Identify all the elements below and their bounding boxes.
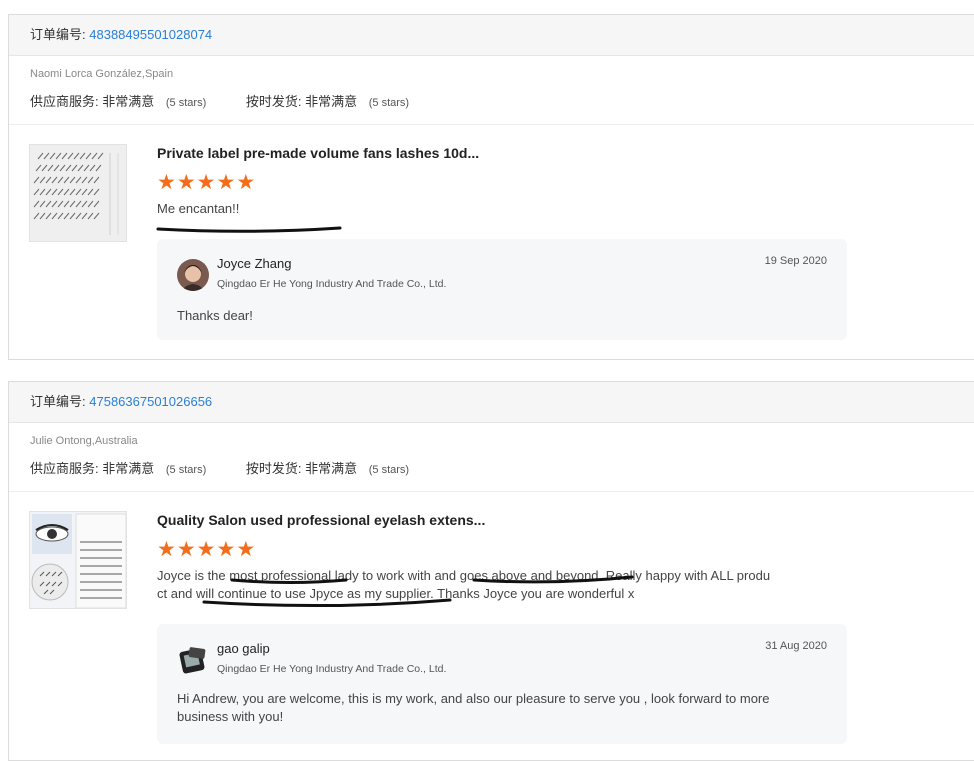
service-rating: 供应商服务: 非常满意 (5 stars): [30, 458, 206, 477]
buyer-info: Julie Ontong,Australia 供应商服务: 非常满意 (5 st…: [9, 423, 974, 492]
seller-reply: Joyce Zhang Qingdao Er He Yong Industry …: [157, 239, 847, 340]
reply-text: Thanks dear!: [177, 307, 827, 325]
star-icon: ★: [157, 171, 176, 194]
shipping-rating: 按时发货: 非常满意 (5 stars): [246, 91, 409, 110]
star-icon: ★: [196, 171, 216, 194]
review-line: Joyce is the most professional lady to w…: [157, 568, 771, 583]
seller-reply: gao galip Qingdao Er He Yong Industry An…: [157, 624, 847, 744]
shipping-stars: (5 stars): [368, 464, 410, 476]
star-icon: ★: [157, 538, 176, 561]
star-icon: ★: [236, 538, 256, 561]
reply-date: 19 Sep 2020: [764, 255, 827, 267]
star-icon: ★: [176, 171, 196, 194]
seller-ratings: 供应商服务: 非常满意 (5 stars) 按时发货: 非常满意 (5 star…: [30, 91, 445, 110]
buyer-name: Julie Ontong,Australia: [30, 435, 138, 447]
star-icon: ★: [176, 538, 196, 561]
order-number-label: 订单编号:: [30, 27, 86, 42]
buyer-info: Naomi Lorca González,Spain 供应商服务: 非常满意 (…: [9, 56, 974, 125]
order-header: 订单编号: 48388495501028074: [9, 15, 974, 56]
service-stars: (5 stars): [165, 97, 207, 109]
lash-tray-image: [30, 145, 126, 241]
avatar: [177, 259, 209, 291]
avatar: [177, 644, 209, 676]
product-thumbnail[interactable]: [29, 144, 127, 242]
star-icon: ★: [216, 171, 236, 194]
review-line: ct and will continue to use Jpyce as my …: [157, 586, 635, 601]
order-number-link[interactable]: 48388495501028074: [89, 27, 212, 42]
star-icon: ★: [236, 171, 256, 194]
service-stars: (5 stars): [165, 464, 207, 476]
order-number-label: 订单编号:: [30, 394, 86, 409]
shipping-value: 非常满意: [305, 94, 358, 109]
order-card: 订单编号: 47586367501026656 Julie Ontong,Aus…: [8, 381, 974, 761]
product-title[interactable]: Quality Salon used professional eyelash …: [157, 512, 485, 528]
product-title[interactable]: Private label pre-made volume fans lashe…: [157, 145, 479, 161]
shipping-label: 按时发货:: [245, 94, 302, 109]
service-rating: 供应商服务: 非常满意 (5 stars): [30, 91, 206, 110]
star-icon: ★: [216, 538, 236, 561]
seller-ratings: 供应商服务: 非常满意 (5 stars) 按时发货: 非常满意 (5 star…: [30, 458, 445, 477]
review-text: Me encantan!!: [157, 200, 807, 218]
shipping-label: 按时发货:: [245, 461, 302, 476]
reply-date: 31 Aug 2020: [765, 640, 827, 652]
reply-line: Thanks dear!: [177, 308, 253, 323]
reply-company: Qingdao Er He Yong Industry And Trade Co…: [217, 278, 447, 290]
reply-line: business with you!: [177, 709, 284, 724]
lash-product-image: [30, 512, 126, 608]
review-stars: ★★★★★: [157, 538, 256, 561]
reply-company: Qingdao Er He Yong Industry And Trade Co…: [217, 663, 447, 675]
order-card: 订单编号: 48388495501028074 Naomi Lorca Gonz…: [8, 14, 974, 360]
review-stars: ★★★★★: [157, 171, 256, 194]
reply-author: gao galip: [217, 641, 270, 656]
order-header: 订单编号: 47586367501026656: [9, 382, 974, 423]
buyer-name: Naomi Lorca González,Spain: [30, 68, 174, 80]
service-value: 非常满意: [102, 94, 155, 109]
service-label: 供应商服务:: [30, 461, 99, 476]
review-text: Joyce is the most professional lady to w…: [157, 567, 807, 603]
star-icon: ★: [196, 538, 216, 561]
reply-author: Joyce Zhang: [217, 256, 292, 271]
service-value: 非常满意: [102, 461, 155, 476]
product-thumbnail[interactable]: [29, 511, 127, 609]
shipping-stars: (5 stars): [368, 97, 410, 109]
review-line: Me encantan!!: [157, 201, 240, 216]
reply-line: Hi Andrew, you are welcome, this is my w…: [177, 691, 770, 706]
shipping-value: 非常满意: [305, 461, 358, 476]
reply-text: Hi Andrew, you are welcome, this is my w…: [177, 690, 827, 726]
order-number-link[interactable]: 47586367501026656: [89, 394, 212, 409]
service-label: 供应商服务:: [30, 94, 99, 109]
shipping-rating: 按时发货: 非常满意 (5 stars): [246, 458, 409, 477]
